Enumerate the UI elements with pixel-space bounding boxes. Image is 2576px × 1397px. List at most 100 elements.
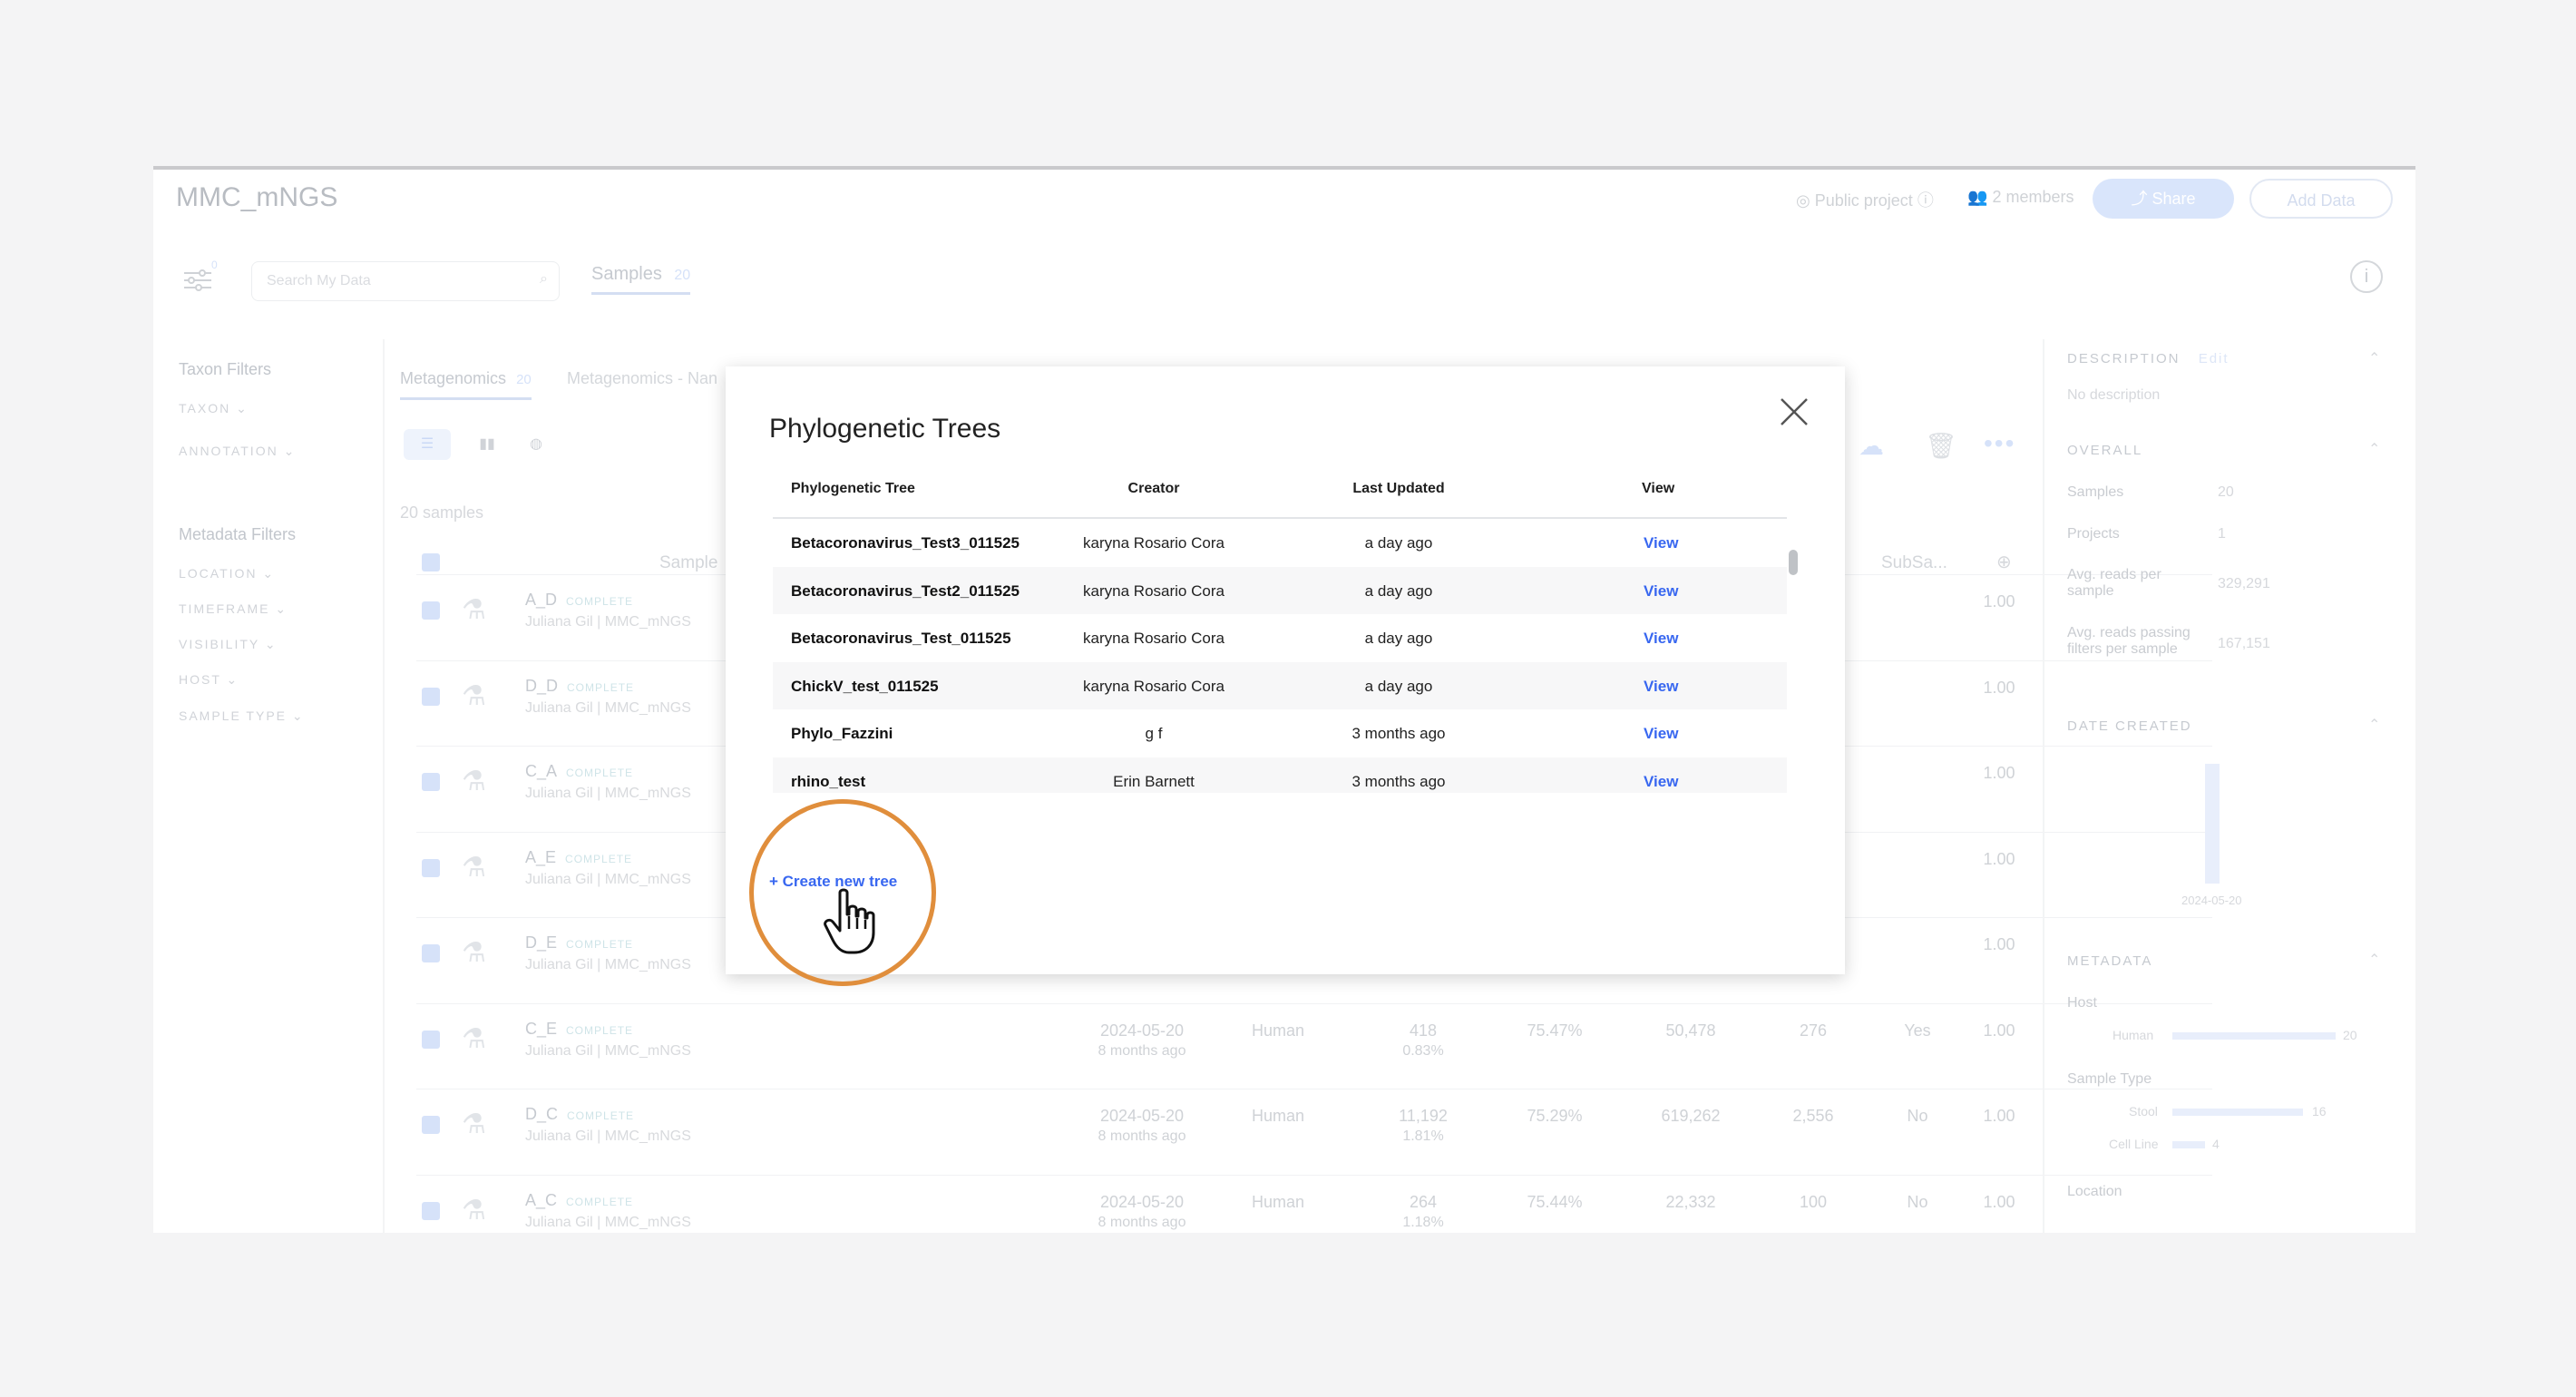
table-row[interactable]: D_E COMPLETE <box>525 933 633 952</box>
row-checkbox[interactable] <box>422 1031 440 1049</box>
sample-name[interactable]: D_E <box>525 933 557 952</box>
column-header-creator[interactable]: Creator <box>1045 481 1263 497</box>
tree-row[interactable]: ChickV_test_011525 karyna Rosario Cora a d… <box>773 661 1787 709</box>
view-tree-link[interactable]: View <box>1644 678 1678 696</box>
trash-icon[interactable]: 🗑 <box>1925 431 1957 461</box>
view-tree-link[interactable]: View <box>1644 534 1678 552</box>
filter-taxon[interactable]: TAXON ⌄ <box>179 401 249 416</box>
column-header-last-updated[interactable]: Last Updated <box>1308 481 1489 497</box>
filter-sample-type[interactable]: SAMPLE TYPE ⌄ <box>179 708 305 724</box>
filters-toggle-button[interactable] <box>182 266 213 293</box>
row-checkbox[interactable] <box>422 1116 440 1134</box>
table-row[interactable]: A_E COMPLETE <box>525 848 632 867</box>
right-panel-divider <box>2043 339 2044 1233</box>
members-label[interactable]: 👥 2 members <box>1967 188 2073 207</box>
table-row[interactable]: A_D COMPLETE <box>525 591 633 610</box>
view-tree-link[interactable]: View <box>1644 582 1678 601</box>
tab-samples[interactable]: Samples 20 <box>591 264 691 295</box>
sample-owner: Juliana Gil | MMC_mNGS <box>525 614 691 630</box>
chevron-down-icon: ⌄ <box>291 708 305 723</box>
sample-name[interactable]: A_C <box>525 1191 557 1209</box>
sample-owner: Juliana Gil | MMC_mNGS <box>525 700 691 716</box>
download-icon[interactable]: ☁ <box>1859 431 1884 461</box>
add-column-icon[interactable]: ⊕ <box>1996 551 2012 573</box>
sample-name[interactable]: D_C <box>525 1105 558 1123</box>
sample-name[interactable]: C_E <box>525 1020 557 1038</box>
column-header-tree[interactable]: Phylogenetic Tree <box>791 481 915 497</box>
search-input[interactable]: Search My Data ⌕ <box>251 261 560 301</box>
tree-row[interactable]: rhino_test Erin Barnett 3 months ago View <box>773 757 1787 793</box>
table-row[interactable]: D_C COMPLETE <box>525 1105 634 1124</box>
row-checkbox[interactable] <box>422 859 440 877</box>
chevron-down-icon: ⌄ <box>236 401 249 415</box>
cell-qc: 22,332 <box>1665 1193 1716 1211</box>
filter-timeframe[interactable]: TIMEFRAME ⌄ <box>179 601 288 617</box>
table-row[interactable]: C_A COMPLETE <box>525 762 633 781</box>
chevron-up-icon[interactable]: ⌃ <box>2368 440 2380 458</box>
tree-creator: karyna Rosario Cora <box>1083 630 1225 647</box>
filter-host[interactable]: HOST ⌄ <box>179 672 239 688</box>
date-histogram-bar[interactable] <box>2205 764 2220 884</box>
chevron-up-icon[interactable]: ⌃ <box>2368 951 2380 969</box>
sample-flask-icon: ⚗ <box>462 1024 486 1054</box>
close-button[interactable] <box>1776 394 1812 430</box>
tree-row[interactable]: Phylo_Fazzini g f 3 months ago View <box>773 709 1787 757</box>
share-button[interactable]: ⤴ Share <box>2093 179 2234 219</box>
more-options-icon[interactable]: ••• <box>1984 429 2015 458</box>
overall-value: 329,291 <box>2218 576 2270 591</box>
row-checkbox[interactable] <box>422 601 440 620</box>
metadata-sample-type-bar[interactable] <box>2172 1109 2303 1116</box>
trees-table-body[interactable]: Betacoronavirus_Test3_011525 karyna Rosar… <box>773 519 1787 793</box>
sample-name[interactable]: C_A <box>525 762 557 780</box>
sample-name[interactable]: A_D <box>525 591 557 609</box>
filter-location[interactable]: LOCATION ⌄ <box>179 566 275 581</box>
add-data-button[interactable]: Add Data <box>2249 179 2393 219</box>
row-checkbox[interactable] <box>422 688 440 706</box>
bar-chart-view-icon[interactable]: ▮▮ <box>469 429 505 460</box>
sample-name[interactable]: D_D <box>525 677 558 695</box>
public-project-label[interactable]: ◎ Public project ⓘ <box>1796 188 1934 211</box>
column-header-sample[interactable]: Sample <box>659 553 717 573</box>
metadata-sample-type-bar[interactable] <box>2172 1141 2205 1148</box>
table-row[interactable]: C_E COMPLETE <box>525 1020 633 1039</box>
tree-row[interactable]: Betacoronavirus_Test2_011525 karyna Rosar… <box>773 566 1787 614</box>
overall-label: Samples <box>2067 484 2124 500</box>
overall-label: Projects <box>2067 526 2120 542</box>
select-all-checkbox[interactable] <box>422 553 440 572</box>
metadata-host-bar[interactable] <box>2172 1032 2336 1040</box>
tree-row[interactable]: Betacoronavirus_Test_011525 karyna Rosari… <box>773 614 1787 661</box>
column-header-subsampled[interactable]: SubSa... <box>1881 553 1947 573</box>
row-checkbox[interactable] <box>422 773 440 791</box>
metadata-host-item: Human <box>2113 1028 2154 1042</box>
description-edit-link[interactable]: Edit <box>2199 351 2230 366</box>
view-tree-link[interactable]: View <box>1644 630 1678 648</box>
map-view-icon[interactable]: ◍ <box>518 429 554 460</box>
overall-value: 1 <box>2218 526 2226 542</box>
status-badge: COMPLETE <box>565 853 633 865</box>
table-row[interactable]: A_C COMPLETE <box>525 1191 633 1210</box>
table-view-icon[interactable]: ☰ <box>404 429 451 460</box>
view-tree-link[interactable]: View <box>1644 725 1678 743</box>
cell-erccs: Yes <box>1904 1021 1931 1040</box>
sample-name[interactable]: A_E <box>525 848 556 866</box>
table-row[interactable]: D_D COMPLETE <box>525 677 634 696</box>
tab-metagenomics-nanopore[interactable]: Metagenomics - Nan <box>567 369 717 388</box>
chevron-up-icon[interactable]: ⌃ <box>2368 716 2380 734</box>
tab-metagenomics[interactable]: Metagenomics 20 <box>400 369 532 400</box>
view-tree-link[interactable]: View <box>1644 773 1678 791</box>
row-checkbox[interactable] <box>422 1202 440 1220</box>
filter-visibility[interactable]: VISIBILITY ⌄ <box>179 637 278 652</box>
table-scrollbar[interactable] <box>1789 550 1798 575</box>
tree-creator: karyna Rosario Cora <box>1083 581 1225 600</box>
filter-annotation[interactable]: ANNOTATION ⌄ <box>179 444 296 459</box>
sample-flask-icon: ⚗ <box>462 853 486 883</box>
status-badge: COMPLETE <box>566 938 634 951</box>
chevron-up-icon[interactable]: ⌃ <box>2368 349 2380 367</box>
sample-owner: Juliana Gil | MMC_mNGS <box>525 1043 691 1059</box>
close-icon <box>1781 398 1808 425</box>
row-divider <box>416 1003 2212 1004</box>
info-panel-icon[interactable]: i <box>2350 260 2383 293</box>
row-checkbox[interactable] <box>422 944 440 962</box>
tree-row[interactable]: Betacoronavirus_Test3_011525 karyna Rosar… <box>773 519 1787 566</box>
cell-qc: 619,262 <box>1661 1107 1721 1125</box>
